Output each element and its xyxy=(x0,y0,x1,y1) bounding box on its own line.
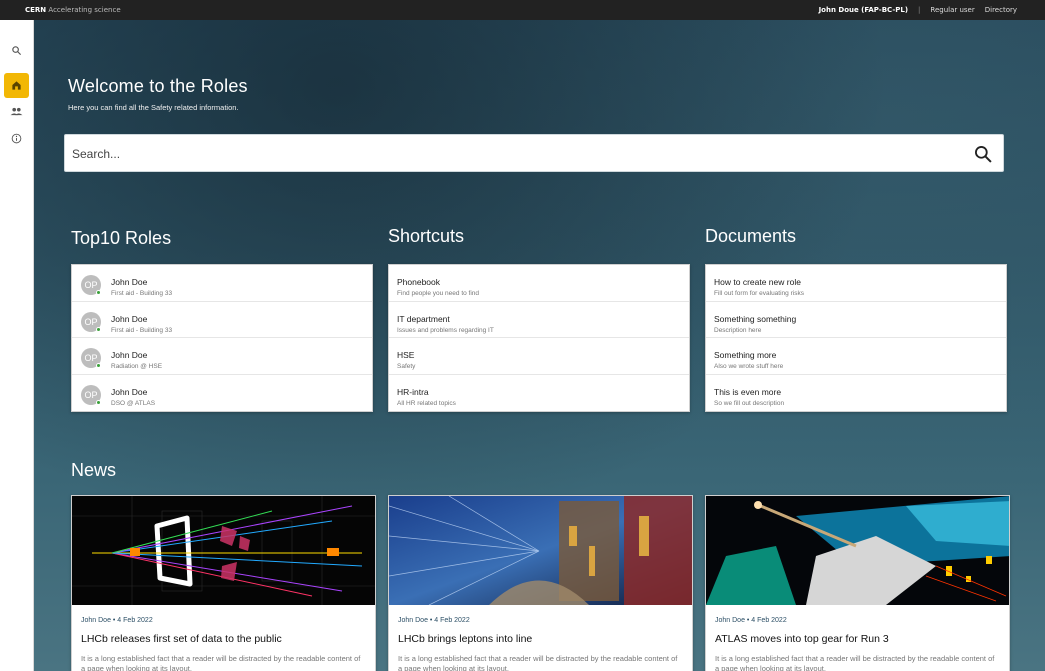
online-status-dot xyxy=(96,363,101,368)
document-detail: So we fill out description xyxy=(714,399,785,407)
cern-brand-link[interactable]: CERN Accelerating science xyxy=(25,6,121,14)
news-meta: John Doe • 4 Feb 2022 xyxy=(398,617,470,624)
list-item[interactable]: Phonebook Find people you need to find xyxy=(389,265,689,302)
people-icon xyxy=(10,107,23,116)
document-detail: Fill out form for evaluating risks xyxy=(714,290,804,297)
news-excerpt: It is a long established fact that a rea… xyxy=(715,654,995,671)
list-item[interactable]: This is even more So we fill out descrip… xyxy=(706,375,1006,412)
list-item[interactable]: Something more Also we wrote stuff here xyxy=(706,338,1006,375)
list-item[interactable]: OP John Doe First aid - Building 33 xyxy=(72,265,372,302)
sidebar-home-button[interactable] xyxy=(4,73,29,98)
search-icon[interactable] xyxy=(973,144,993,164)
sidebar xyxy=(0,20,34,671)
sidebar-search-button[interactable] xyxy=(4,38,29,63)
news-title[interactable]: LHCb releases first set of data to the p… xyxy=(81,633,282,645)
document-title: How to create new role xyxy=(714,277,801,287)
brand-tagline: Accelerating science xyxy=(48,6,121,14)
shortcut-title: HSE xyxy=(397,350,415,360)
role-name: John Doe xyxy=(111,386,148,397)
page-title: Welcome to the Roles xyxy=(68,76,248,96)
list-item[interactable]: IT department Issues and problems regard… xyxy=(389,302,689,338)
news-card[interactable]: John Doe • 4 Feb 2022 LHCb releases firs… xyxy=(71,495,376,671)
news-image xyxy=(389,496,692,605)
shortcut-title: IT department xyxy=(397,313,450,324)
news-image xyxy=(72,496,375,605)
role-name: John Doe xyxy=(111,277,148,287)
online-status-dot xyxy=(96,290,101,295)
hero: Welcome to the Roles Here you can find a… xyxy=(68,76,248,112)
list-item[interactable]: HR-intra All HR related topics xyxy=(389,375,689,412)
avatar: OP xyxy=(81,275,101,295)
list-item[interactable]: OP John Doe First aid - Building 33 xyxy=(72,302,372,338)
document-detail: Also we wrote stuff here xyxy=(714,363,784,370)
shortcut-detail: Find people you need to find xyxy=(397,290,480,297)
document-detail: Description here xyxy=(714,326,762,334)
main-content: Welcome to the Roles Here you can find a… xyxy=(34,20,1045,671)
news-meta: John Doe • 4 Feb 2022 xyxy=(715,617,787,624)
home-icon xyxy=(12,81,21,90)
shortcut-detail: Safety xyxy=(397,363,416,370)
roles-list: OP John Doe First aid - Building 33 OP J… xyxy=(71,264,373,412)
news-excerpt: It is a long established fact that a rea… xyxy=(81,654,361,671)
news-card[interactable]: John Doe • 4 Feb 2022 ATLAS moves into t… xyxy=(705,495,1010,671)
avatar: OP xyxy=(81,384,101,405)
avatar-initials: OP xyxy=(84,316,98,327)
document-title: This is even more xyxy=(714,386,782,397)
list-item[interactable]: OP John Doe Radiation @ HSE xyxy=(72,338,372,375)
user-name[interactable]: John Doue (FAP-BC-PL) xyxy=(819,6,908,14)
toolbar-separator: | xyxy=(918,6,921,14)
sidebar-people-button[interactable] xyxy=(4,99,29,124)
list-item[interactable]: Something something Description here xyxy=(706,302,1006,338)
online-status-dot xyxy=(96,326,101,332)
search-icon xyxy=(12,46,22,56)
avatar: OP xyxy=(81,311,101,332)
user-role-link[interactable]: Regular user xyxy=(930,6,974,14)
news-image xyxy=(706,496,1009,605)
sidebar-info-button[interactable] xyxy=(4,126,29,151)
shortcuts-section-title: Shortcuts xyxy=(388,226,465,246)
news-section-title: News xyxy=(71,460,117,480)
list-item[interactable]: HSE Safety xyxy=(389,338,689,375)
news-card[interactable]: John Doe • 4 Feb 2022 LHCb brings lepton… xyxy=(388,495,693,671)
document-title: Something something xyxy=(714,313,797,324)
role-name: John Doe xyxy=(111,313,148,324)
list-item[interactable]: How to create new role Fill out form for… xyxy=(706,265,1006,302)
role-detail: Radiation @ HSE xyxy=(111,363,163,370)
role-detail: First aid - Building 33 xyxy=(111,326,173,334)
avatar-initials: OP xyxy=(84,280,98,290)
shortcuts-list: Phonebook Find people you need to find I… xyxy=(388,264,690,412)
news-meta: John Doe • 4 Feb 2022 xyxy=(81,617,153,624)
documents-list: How to create new role Fill out form for… xyxy=(705,264,1007,412)
role-detail: DSO @ ATLAS xyxy=(111,399,156,407)
search-input[interactable] xyxy=(72,144,952,164)
document-title: Something more xyxy=(714,350,777,360)
shortcut-title: HR-intra xyxy=(397,386,429,397)
avatar: OP xyxy=(81,348,101,368)
role-detail: First aid - Building 33 xyxy=(111,290,173,297)
list-item[interactable]: OP John Doe DSO @ ATLAS xyxy=(72,375,372,412)
cern-toolbar: CERN Accelerating science John Doue (FAP… xyxy=(0,0,1045,20)
shortcut-detail: Issues and problems regarding IT xyxy=(397,326,494,334)
search-bar xyxy=(64,134,1004,172)
online-status-dot xyxy=(96,399,101,405)
avatar-initials: OP xyxy=(84,389,98,400)
documents-section-title: Documents xyxy=(705,226,797,246)
page-subtitle: Here you can find all the Safety related… xyxy=(68,103,239,112)
shortcut-title: Phonebook xyxy=(397,277,441,287)
news-excerpt: It is a long established fact that a rea… xyxy=(398,654,678,671)
info-icon xyxy=(11,133,22,144)
brand-name: CERN xyxy=(25,6,47,14)
news-title[interactable]: ATLAS moves into top gear for Run 3 xyxy=(715,633,889,645)
avatar-initials: OP xyxy=(84,353,98,363)
role-name: John Doe xyxy=(111,350,148,360)
roles-section-title: Top10 Roles xyxy=(71,228,172,248)
directory-link[interactable]: Directory xyxy=(985,6,1017,14)
shortcut-detail: All HR related topics xyxy=(397,399,456,407)
news-title[interactable]: LHCb brings leptons into line xyxy=(398,633,532,645)
